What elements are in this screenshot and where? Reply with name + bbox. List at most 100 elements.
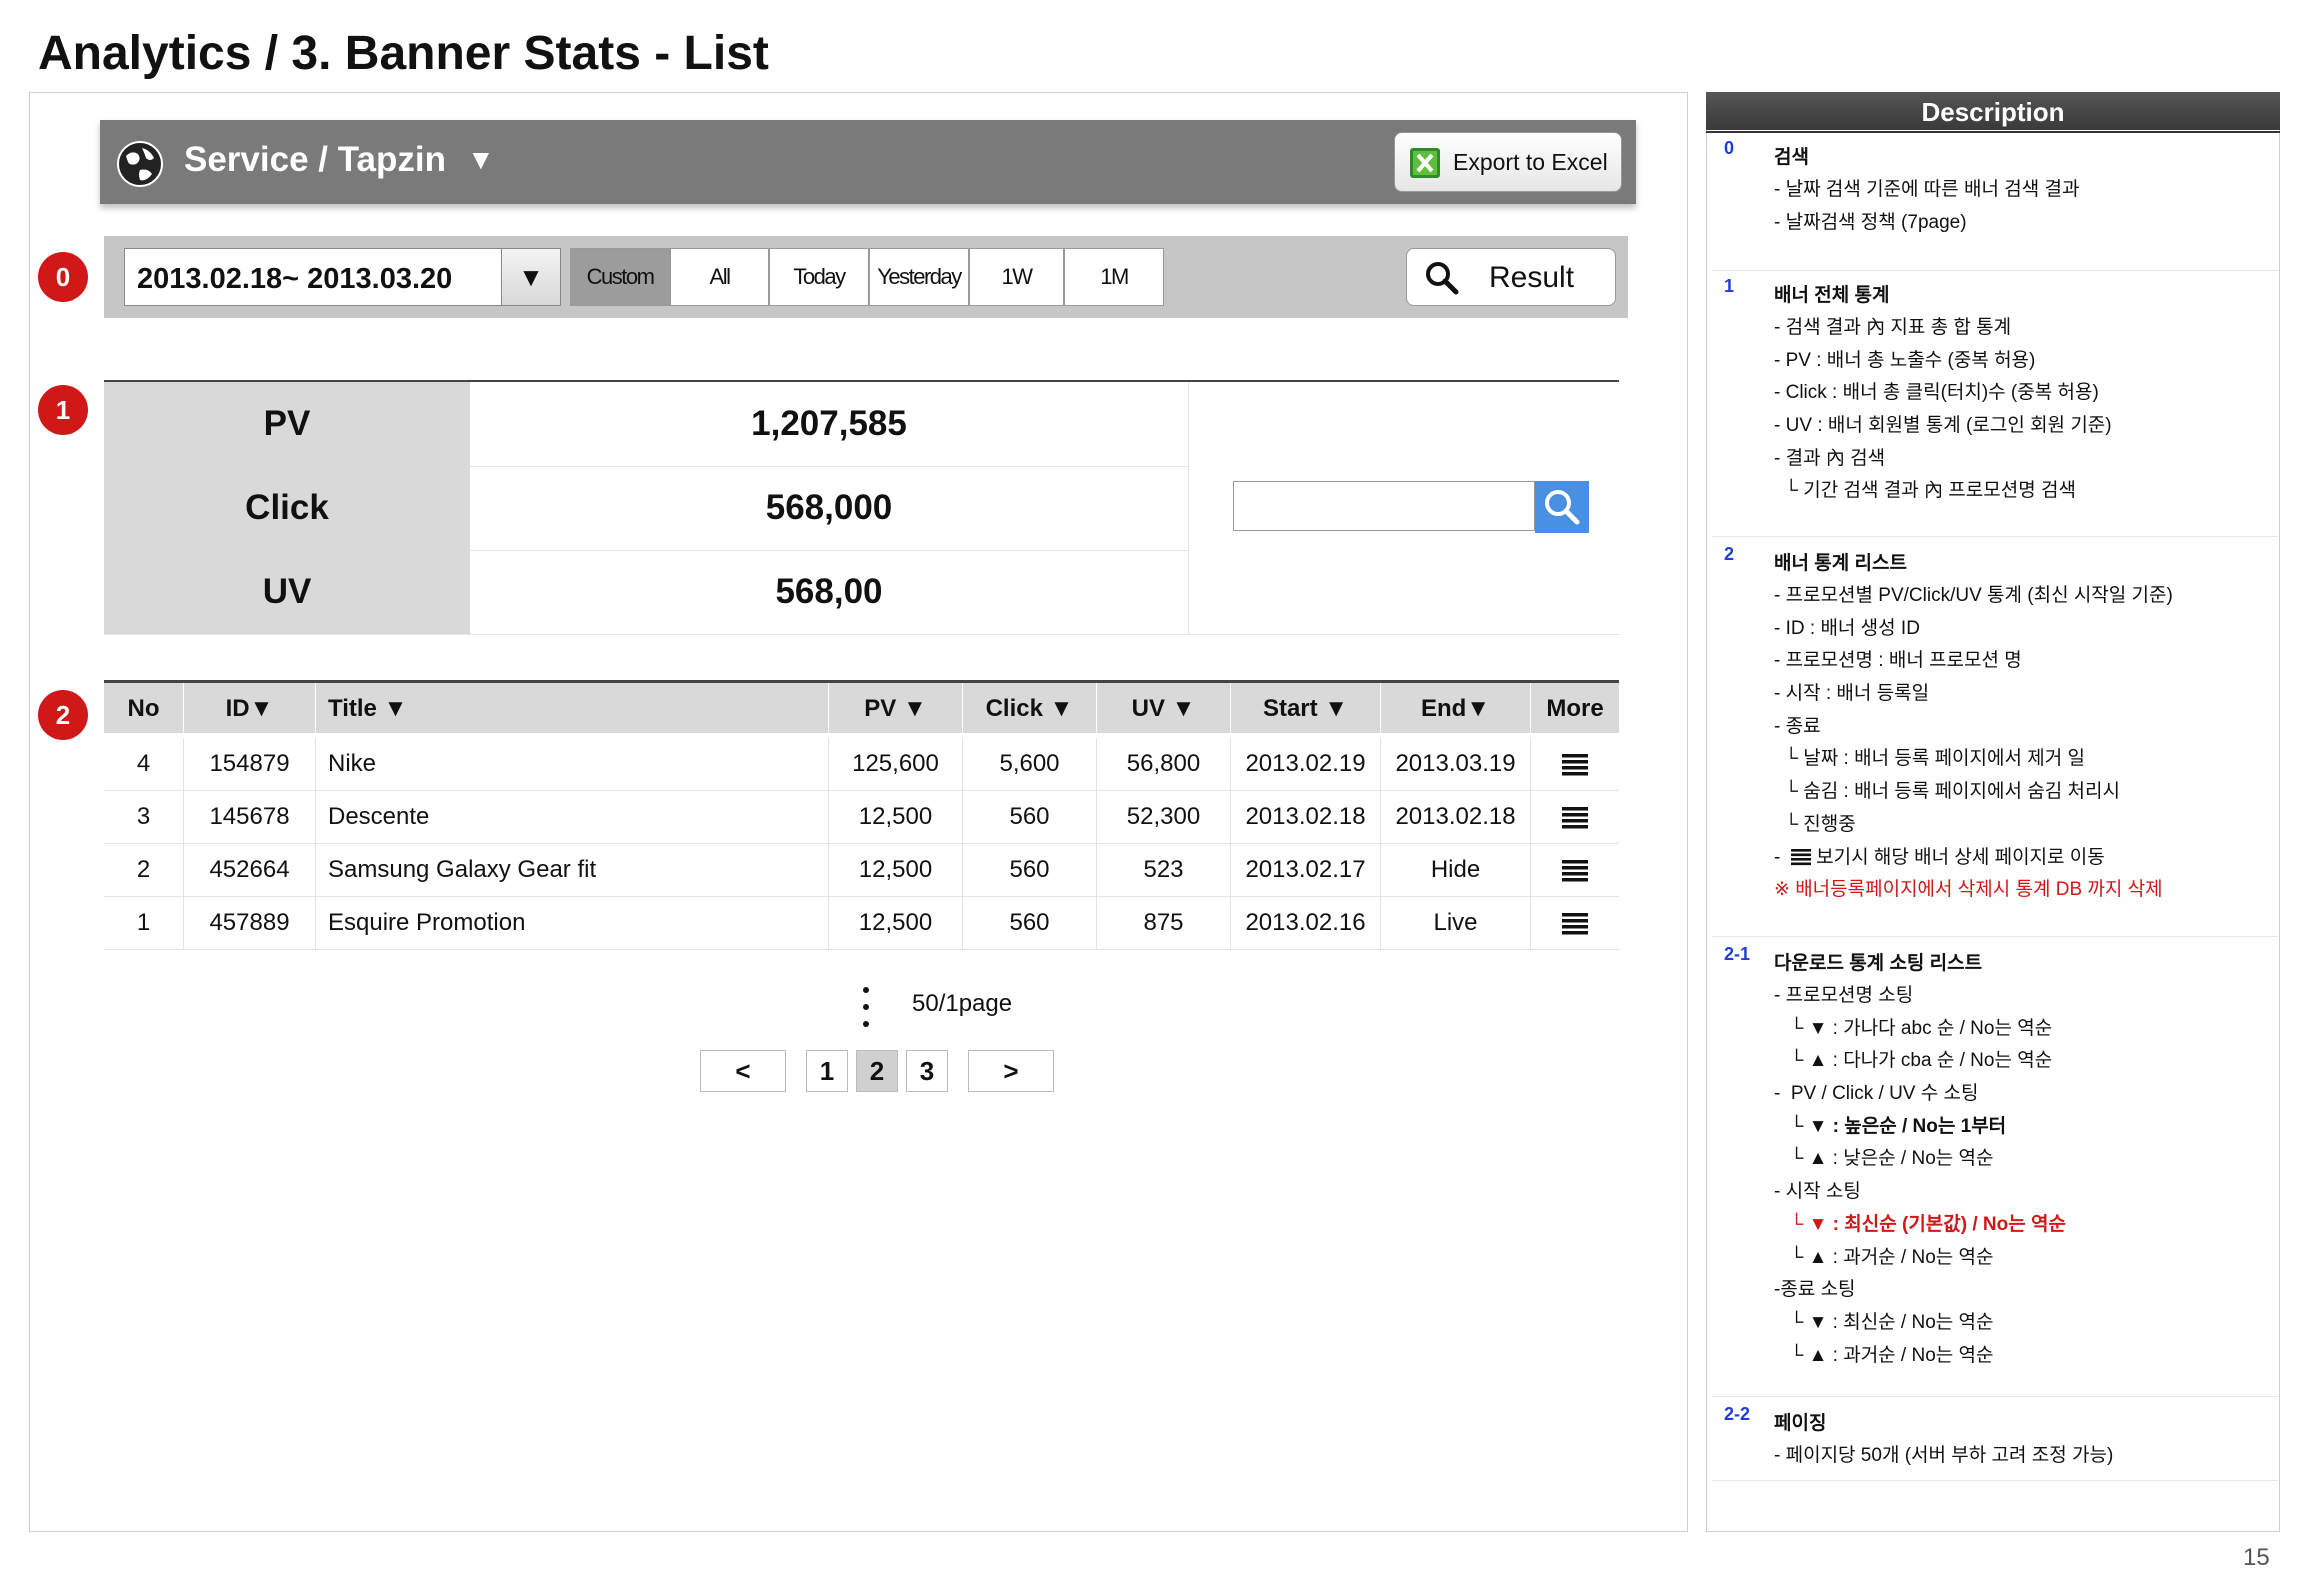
- desc-line: - PV : 배너 총 노출수 (중복 허용): [1774, 349, 2036, 371]
- desc-section-number: 2: [1724, 544, 1735, 564]
- desc-section-number: 2-1: [1724, 944, 1751, 964]
- date-range-value: 2013.02.18~ 2013.03.20: [137, 263, 453, 295]
- promotion-search-button[interactable]: [1535, 481, 1589, 533]
- summary-value: 568,000: [765, 488, 893, 527]
- column-title-sort[interactable]: Title ▼: [316, 683, 829, 733]
- promotion-search-input[interactable]: [1233, 481, 1535, 531]
- service-header-bar: Service / Tapzin ▼ Export to Excel: [100, 120, 1636, 204]
- preset-yesterday[interactable]: Yesterday: [869, 248, 969, 306]
- desc-line: - UV : 배너 회원별 통계 (로그인 회원 기준): [1774, 415, 2112, 437]
- cell-id: 452664: [184, 844, 316, 896]
- desc-section-lines: - 날짜 검색 기준에 따른 배너 검색 결과 - 날짜검색 정책 (7page…: [1774, 174, 2079, 239]
- table-header: No ID▼ Title ▼ PV ▼ Click ▼ UV ▼ Start ▼…: [104, 683, 1619, 733]
- cell-no: 4: [104, 738, 184, 790]
- desc-section-1: 1 배너 전체 통계 - 검색 결과 內 지표 총 합 통계 - PV : 배너…: [1712, 272, 2278, 537]
- cell-pv: 12,500: [829, 844, 963, 896]
- preset-all[interactable]: All: [670, 248, 769, 306]
- service-selector[interactable]: Service / Tapzin: [184, 140, 446, 180]
- globe-icon: [117, 141, 163, 187]
- desc-line: - 시작 소팅: [1774, 1181, 1861, 1203]
- desc-section-2-1: 2-1 다운로드 통계 소팅 리스트 - 프로모션명 소팅 └ ▼ : 가나다 …: [1712, 940, 2278, 1397]
- description-heading: Description: [1706, 92, 2280, 130]
- page-1-button[interactable]: 1: [806, 1050, 848, 1092]
- per-page-label: 50/1page: [912, 990, 1013, 1017]
- column-more: More: [1546, 695, 1604, 722]
- table-row: 4 154879 Nike 125,600 5,600 56,800 2013.…: [104, 738, 1619, 791]
- summary-row-pv: PV 1,207,585: [104, 382, 1188, 467]
- desc-section-lines: - 프로모션별 PV/Click/UV 통계 (최신 시작일 기준) - ID …: [1774, 580, 2173, 907]
- export-excel-button[interactable]: Export to Excel: [1394, 132, 1622, 192]
- slide-page-number: 15: [2243, 1544, 2270, 1571]
- cell-no: 2: [104, 844, 184, 896]
- column-uv-sort[interactable]: UV ▼: [1097, 683, 1231, 733]
- page-3-button[interactable]: 3: [906, 1050, 948, 1092]
- cell-title: Esquire Promotion: [316, 897, 829, 949]
- column-pv-sort[interactable]: PV ▼: [829, 683, 963, 733]
- cell-id: 145678: [184, 791, 316, 843]
- desc-line: - ID : 배너 생성 ID: [1774, 617, 1920, 639]
- desc-line: - 프로모션별 PV/Click/UV 통계 (최신 시작일 기준): [1774, 585, 2173, 606]
- preset-1w[interactable]: 1W: [969, 248, 1064, 306]
- next-page-button[interactable]: >: [968, 1050, 1054, 1092]
- preset-1m[interactable]: 1M: [1064, 248, 1164, 306]
- desc-line: - 프로모션명 소팅: [1774, 985, 1914, 1006]
- prev-page-button[interactable]: <: [700, 1050, 786, 1092]
- cell-id: 457889: [184, 897, 316, 949]
- annotation-marker-2: 2: [38, 690, 88, 740]
- column-id-sort[interactable]: ID▼: [184, 683, 316, 733]
- annotation-marker-1: 1: [38, 385, 88, 435]
- desc-line: - 결과 內 검색: [1774, 447, 1886, 469]
- result-button[interactable]: Result: [1406, 248, 1616, 306]
- promotion-search: [1233, 481, 1589, 533]
- row-more-button[interactable]: [1531, 791, 1619, 843]
- page-title: Analytics / 3. Banner Stats - List: [38, 27, 769, 80]
- desc-line: └ ▼ : 가나다 abc 순 / No는 역순: [1774, 1017, 2053, 1039]
- chevron-down-icon[interactable]: ▼: [467, 144, 495, 176]
- desc-line: - 검색 결과 內 지표 총 합 통계: [1774, 317, 2012, 338]
- cell-pv: 12,500: [829, 791, 963, 843]
- preset-custom[interactable]: Custom: [570, 248, 670, 306]
- summary-value: 1,207,585: [751, 404, 907, 443]
- column-no: No: [104, 683, 184, 733]
- desc-line: - PV / Click / UV 수 소팅: [1774, 1083, 1979, 1105]
- desc-section-number: 0: [1724, 138, 1735, 158]
- desc-line: └ ▼ : 최신순 (기본값) / No는 역순: [1774, 1213, 2066, 1235]
- date-dropdown-button[interactable]: ▼: [501, 249, 560, 305]
- cell-start: 2013.02.17: [1231, 844, 1381, 896]
- cell-no: 1: [104, 897, 184, 949]
- desc-section-number: 1: [1724, 276, 1735, 296]
- row-more-button[interactable]: [1531, 844, 1619, 896]
- summary-row-click: Click 568,000: [104, 466, 1188, 551]
- menu-icon: [1562, 912, 1588, 935]
- result-label: Result: [1489, 261, 1575, 294]
- table-row: 3 145678 Descente 12,500 560 52,300 2013…: [104, 791, 1619, 844]
- preset-today[interactable]: Today: [769, 248, 869, 306]
- menu-icon: [1562, 806, 1588, 829]
- cell-id: 154879: [184, 738, 316, 790]
- row-more-button[interactable]: [1531, 738, 1619, 790]
- column-start-sort[interactable]: Start ▼: [1231, 683, 1381, 733]
- per-page-menu-icon[interactable]: [862, 986, 870, 1028]
- summary-label: UV: [104, 550, 470, 634]
- desc-section-2-2: 2-2 페이징 - 페이지당 50개 (서버 부하 고려 조정 가능): [1712, 1400, 2278, 1481]
- row-more-button[interactable]: [1531, 897, 1619, 949]
- search-icon: [1426, 262, 1459, 295]
- desc-line: └ 숨김 : 배너 등록 페이지에서 숨김 처리시: [1774, 781, 2120, 803]
- cell-title: Descente: [316, 791, 829, 843]
- desc-section-lines: - 페이지당 50개 (서버 부하 고려 조정 가능): [1774, 1440, 2113, 1473]
- desc-line: └ ▲ : 과거순 / No는 역순: [1774, 1344, 1994, 1366]
- search-icon: [1545, 490, 1580, 525]
- desc-section-lines: - 프로모션명 소팅 └ ▼ : 가나다 abc 순 / No는 역순 └ ▲ …: [1774, 980, 2066, 1372]
- desc-line-text: 보기시 해당 배너 상세 페이지로 이동: [1816, 846, 2105, 868]
- desc-section-title: 다운로드 통계 소팅 리스트: [1774, 953, 1983, 974]
- desc-line: - 프로모션명 : 배너 프로모션 명: [1774, 650, 2022, 672]
- cell-click: 560: [963, 844, 1097, 896]
- column-end-sort[interactable]: End▼: [1381, 683, 1531, 733]
- date-range-picker[interactable]: 2013.02.18~ 2013.03.20 ▼: [124, 248, 561, 306]
- desc-section-title: 배너 통계 리스트: [1774, 553, 1907, 574]
- page-2-button[interactable]: 2: [856, 1050, 898, 1092]
- desc-line: - 시작 : 배너 등록일: [1774, 683, 1930, 705]
- column-click-sort[interactable]: Click ▼: [963, 683, 1097, 733]
- summary-row-uv: UV 568,00: [104, 550, 1188, 635]
- desc-line: └ ▲ : 과거순 / No는 역순: [1774, 1246, 1994, 1268]
